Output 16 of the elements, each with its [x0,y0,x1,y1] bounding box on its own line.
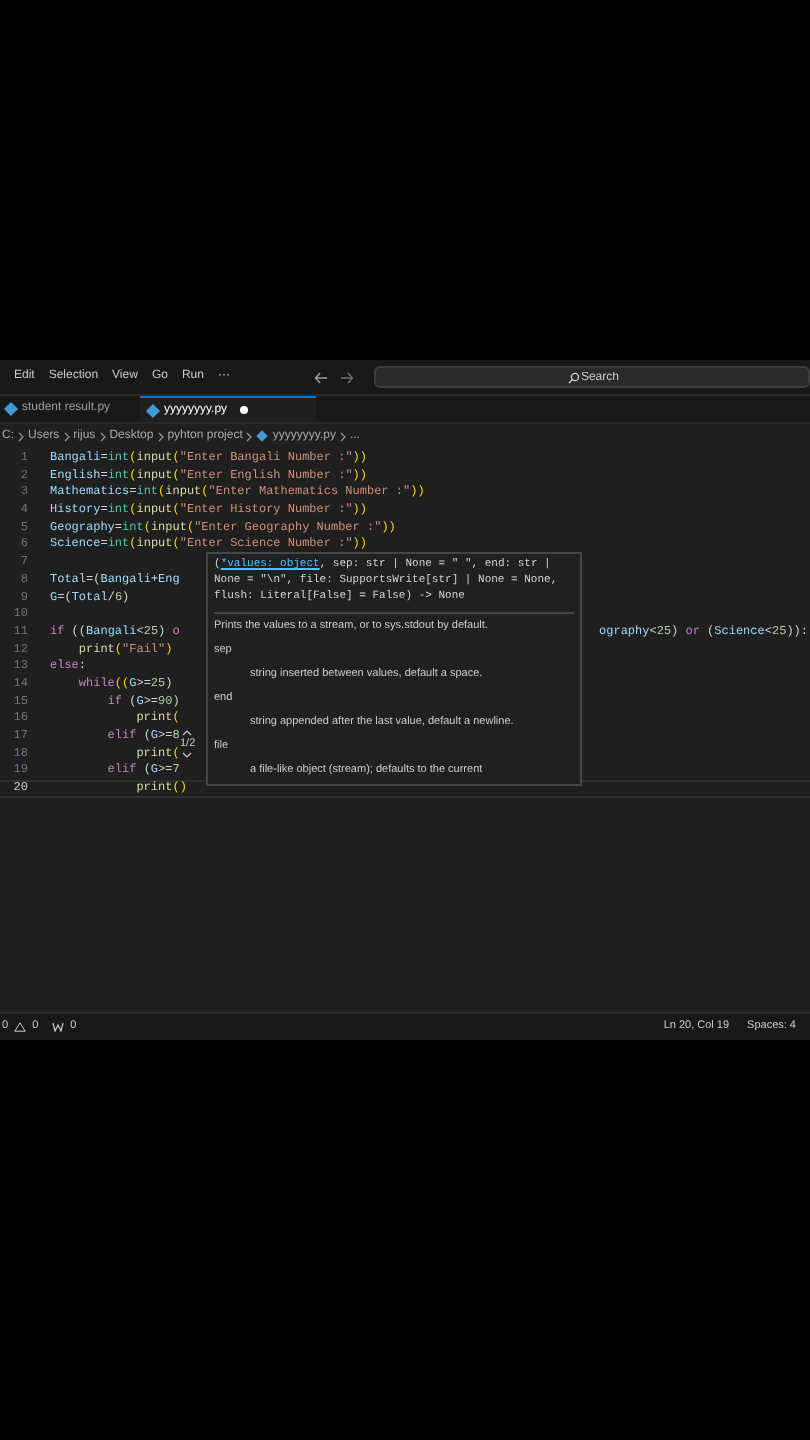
warning-icon [14,1022,27,1032]
chevron-right-icon [18,431,24,441]
chevron-right-icon [246,431,253,441]
ports-icon [52,1022,65,1032]
down-chevron-icon[interactable] [182,752,193,759]
back-arrow-icon[interactable] [313,371,328,383]
search-icon [567,371,580,383]
python-file-icon [145,402,161,418]
python-file-icon [257,430,269,442]
chevron-right-icon [339,431,346,441]
chevron-right-icon [157,431,164,441]
chevron-right-icon [63,431,70,441]
forward-arrow-icon[interactable] [339,371,354,383]
chevron-right-icon [99,431,106,441]
up-chevron-icon[interactable] [182,730,193,736]
python-file-icon [3,401,19,417]
